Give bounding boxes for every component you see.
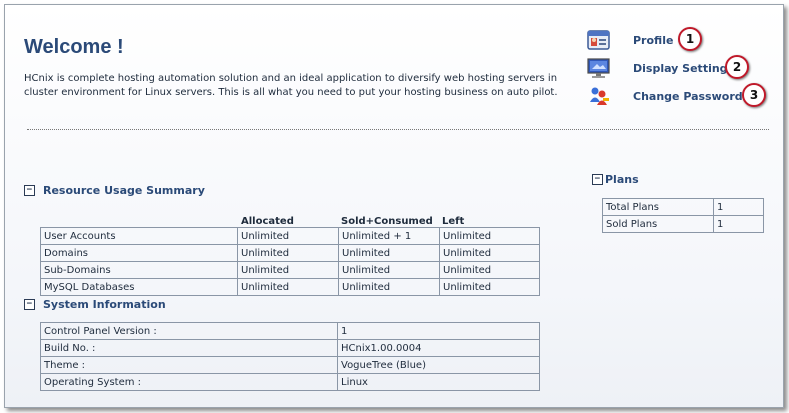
- row-value: Linux: [337, 373, 540, 391]
- cell-sold-consumed: Unlimited: [338, 244, 440, 262]
- quick-link-display-settings[interactable]: Display Settings 2: [587, 54, 777, 82]
- quick-links: Profile 1 Display Settings 2 Change Pass…: [587, 26, 777, 110]
- callout-badge-1: 1: [678, 27, 702, 51]
- table-row: Operating System : Linux: [40, 373, 540, 391]
- page-title: Welcome !: [24, 36, 124, 58]
- row-label: MySQL Databases: [40, 278, 238, 296]
- row-label: Build No. :: [40, 339, 338, 357]
- table-row: Sold Plans 1: [602, 215, 764, 233]
- row-label: Operating System :: [40, 373, 338, 391]
- row-label: Sub-Domains: [40, 261, 238, 279]
- row-value: 1: [713, 215, 764, 233]
- table-row: Control Panel Version : 1: [40, 322, 540, 340]
- cell-sold-consumed: Unlimited: [338, 278, 440, 296]
- profile-link[interactable]: Profile: [633, 34, 673, 47]
- cell-sold-consumed: Unlimited: [338, 261, 440, 279]
- system-info-title: System Information: [43, 298, 166, 311]
- cell-left: Unlimited: [439, 278, 540, 296]
- column-header-sold-consumed: Sold+Consumed: [341, 216, 433, 227]
- row-label: User Accounts: [40, 227, 238, 245]
- cell-allocated: Unlimited: [237, 227, 339, 245]
- resource-usage-header: − Resource Usage Summary: [24, 184, 205, 197]
- plans-table: Total Plans 1 Sold Plans 1: [602, 198, 764, 233]
- row-label: Total Plans: [602, 198, 714, 216]
- cell-allocated: Unlimited: [237, 261, 339, 279]
- row-value: VogueTree (Blue): [337, 356, 540, 374]
- plans-header: − Plans: [592, 173, 639, 186]
- system-info-table: Control Panel Version : 1 Build No. : HC…: [40, 322, 540, 391]
- profile-icon: [587, 29, 611, 51]
- cell-left: Unlimited: [439, 227, 540, 245]
- divider: [27, 129, 769, 130]
- system-info-header: − System Information: [24, 298, 166, 311]
- callout-badge-3: 3: [742, 83, 766, 107]
- table-row: User Accounts Unlimited Unlimited + 1 Un…: [40, 227, 540, 245]
- row-value: HCnix1.00.0004: [337, 339, 540, 357]
- table-row: Total Plans 1: [602, 198, 764, 216]
- display-settings-link[interactable]: Display Settings: [633, 62, 734, 75]
- table-row: Build No. : HCnix1.00.0004: [40, 339, 540, 357]
- cell-allocated: Unlimited: [237, 278, 339, 296]
- quick-link-profile[interactable]: Profile 1: [587, 26, 777, 54]
- intro-text: HCnix is complete hosting automation sol…: [24, 73, 558, 98]
- display-settings-icon: [587, 57, 611, 79]
- table-row: MySQL Databases Unlimited Unlimited Unli…: [40, 278, 540, 296]
- collapse-toggle-icon[interactable]: −: [24, 299, 35, 310]
- resource-usage-table: User Accounts Unlimited Unlimited + 1 Un…: [40, 227, 540, 296]
- resource-usage-title: Resource Usage Summary: [43, 184, 205, 197]
- column-header-allocated: Allocated: [241, 216, 294, 227]
- row-label: Domains: [40, 244, 238, 262]
- cell-allocated: Unlimited: [237, 244, 339, 262]
- change-password-link[interactable]: Change Password: [633, 90, 743, 103]
- cell-left: Unlimited: [439, 261, 540, 279]
- row-label: Sold Plans: [602, 215, 714, 233]
- table-row: Sub-Domains Unlimited Unlimited Unlimite…: [40, 261, 540, 279]
- column-header-left: Left: [442, 216, 465, 227]
- table-row: Theme : VogueTree (Blue): [40, 356, 540, 374]
- collapse-toggle-icon[interactable]: −: [592, 174, 603, 185]
- collapse-toggle-icon[interactable]: −: [24, 185, 35, 196]
- callout-badge-2: 2: [725, 55, 749, 79]
- quick-link-change-password[interactable]: Change Password 3: [587, 82, 777, 110]
- content-panel: Welcome ! HCnix is complete hosting auto…: [4, 4, 784, 408]
- row-value: 1: [337, 322, 540, 340]
- row-value: 1: [713, 198, 764, 216]
- cell-left: Unlimited: [439, 244, 540, 262]
- table-row: Domains Unlimited Unlimited Unlimited: [40, 244, 540, 262]
- plans-title: Plans: [605, 173, 639, 186]
- row-label: Theme :: [40, 356, 338, 374]
- change-password-icon: [587, 85, 611, 107]
- row-label: Control Panel Version :: [40, 322, 338, 340]
- cell-sold-consumed: Unlimited + 1: [338, 227, 440, 245]
